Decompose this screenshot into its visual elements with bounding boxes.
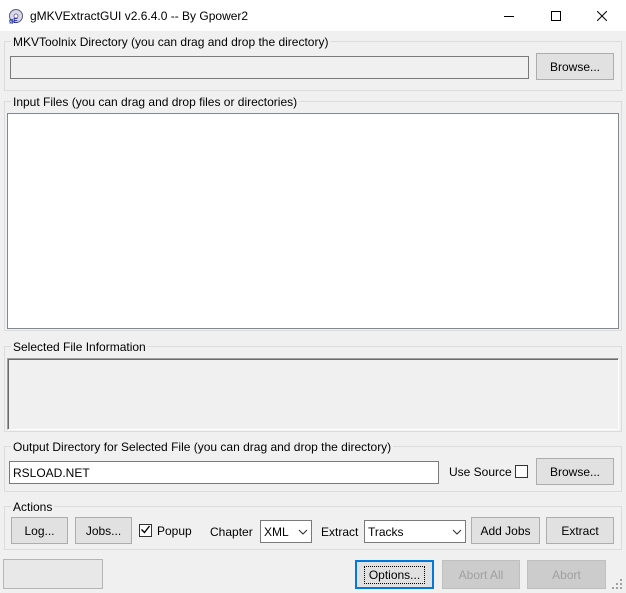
use-source-label: Use Source xyxy=(449,465,512,479)
input-files-list[interactable] xyxy=(7,113,619,329)
mkvtoolnix-path-field[interactable] xyxy=(10,56,529,79)
selected-info-box[interactable] xyxy=(7,358,619,430)
extract-button[interactable]: Extract xyxy=(546,517,614,544)
abort-button[interactable]: Abort xyxy=(527,560,606,589)
output-group-label: Output Directory for Selected File (you … xyxy=(11,440,394,454)
mkvtoolnix-browse-button[interactable]: Browse... xyxy=(536,53,614,80)
abort-all-button[interactable]: Abort All xyxy=(442,560,520,589)
resize-grip-icon[interactable] xyxy=(611,578,623,590)
log-button-label: Log... xyxy=(24,523,55,538)
abort-all-label: Abort All xyxy=(458,567,504,582)
minimize-button[interactable] xyxy=(486,0,532,31)
actions-group-label: Actions xyxy=(11,500,55,514)
app-icon: gE xyxy=(8,8,24,25)
jobs-button-label: Jobs... xyxy=(85,523,122,538)
maximize-button[interactable] xyxy=(533,0,579,31)
extract-type-select[interactable]: Tracks xyxy=(364,520,466,543)
progress-status-box xyxy=(3,559,103,589)
options-button-label: Options... xyxy=(363,565,426,584)
log-button[interactable]: Log... xyxy=(11,517,68,544)
chevron-down-icon xyxy=(448,529,465,535)
chapter-type-value: XML xyxy=(264,524,289,539)
mkvtoolnix-browse-label: Browse... xyxy=(549,59,600,74)
extract-type-value: Tracks xyxy=(368,524,404,539)
popup-label: Popup xyxy=(157,524,192,538)
use-source-checkbox[interactable] xyxy=(515,465,528,478)
chevron-down-icon xyxy=(294,529,311,535)
add-jobs-button[interactable]: Add Jobs xyxy=(471,517,540,544)
svg-text:gE: gE xyxy=(9,18,18,24)
abort-label: Abort xyxy=(552,567,581,582)
jobs-button[interactable]: Jobs... xyxy=(75,517,132,544)
selected-info-group-label: Selected File Information xyxy=(11,340,148,354)
popup-checkbox[interactable] xyxy=(139,524,152,537)
output-browse-button[interactable]: Browse... xyxy=(536,458,614,485)
maximize-icon xyxy=(551,10,561,21)
chapter-label: Chapter xyxy=(210,525,253,539)
window-title: gMKVExtractGUI v2.6.4.0 -- By Gpower2 xyxy=(30,9,249,23)
output-browse-label: Browse... xyxy=(549,464,600,479)
extract-button-label: Extract xyxy=(561,523,599,538)
minimize-icon xyxy=(504,11,514,21)
options-button[interactable]: Options... xyxy=(355,560,434,589)
close-button[interactable] xyxy=(579,0,625,31)
chapter-type-select[interactable]: XML xyxy=(260,520,312,543)
close-icon xyxy=(597,10,607,21)
input-files-group-label: Input Files (you can drag and drop files… xyxy=(11,95,300,109)
output-path-field[interactable]: RSLOAD.NET xyxy=(9,461,439,484)
mkvtoolnix-group-label: MKVToolnix Directory (you can drag and d… xyxy=(11,35,331,49)
extract-label: Extract xyxy=(321,525,359,539)
output-path-value: RSLOAD.NET xyxy=(13,465,90,480)
add-jobs-label: Add Jobs xyxy=(480,523,531,538)
checkmark-icon xyxy=(140,524,151,538)
